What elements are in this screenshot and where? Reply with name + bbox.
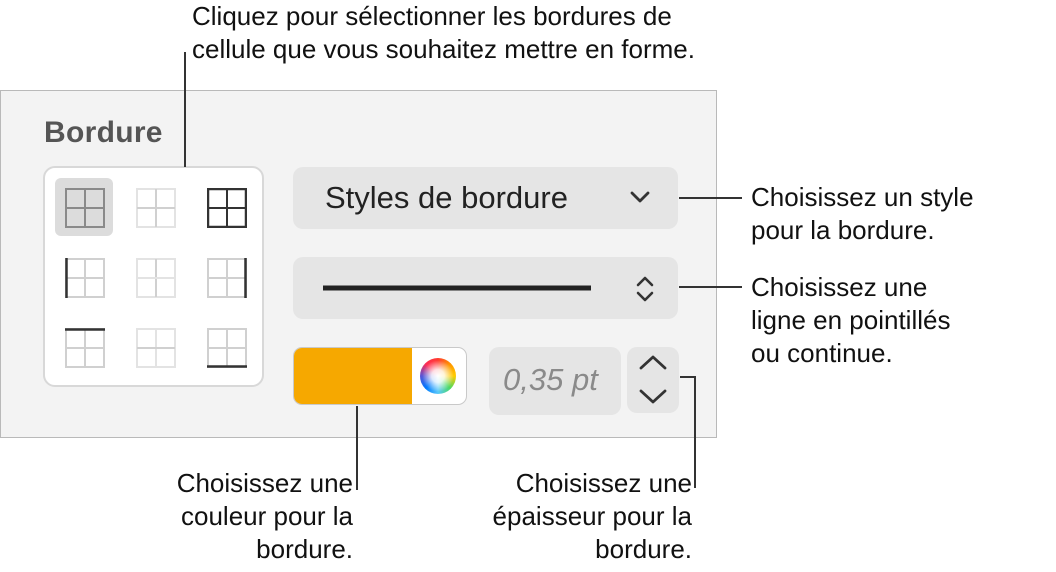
- inside-horizontal-border-button[interactable]: [126, 318, 184, 376]
- callout-line: cellule que vous souhaitez mettre en for…: [192, 34, 695, 64]
- leader-line-style: [679, 197, 742, 199]
- border-section-heading: Bordure: [44, 116, 163, 149]
- border-color-well[interactable]: [293, 347, 467, 405]
- stepper-down-icon[interactable]: [638, 386, 668, 406]
- outside-borders-icon: [207, 188, 247, 228]
- callout-select-borders: Cliquez pour sélectionner les bordures d…: [192, 0, 695, 66]
- border-styles-label: Styles de bordure: [325, 180, 568, 215]
- callout-line: Cliquez pour sélectionner les bordures d…: [192, 1, 672, 31]
- left-border-icon: [65, 258, 105, 298]
- top-border-button[interactable]: [55, 318, 113, 376]
- callout-line: ou continue.: [751, 338, 893, 368]
- inside-horizontal-border-icon: [136, 328, 176, 368]
- top-border-icon: [65, 328, 105, 368]
- right-border-button[interactable]: [197, 248, 255, 306]
- callout-line: ligne en pointillés: [751, 305, 951, 335]
- leader-line-thickness-v: [694, 376, 696, 488]
- leader-line-top: [184, 52, 186, 167]
- callout-line: Choisissez un style: [751, 182, 974, 212]
- all-borders-icon: [65, 188, 105, 228]
- border-thickness-field[interactable]: 0,35 pt: [489, 347, 621, 415]
- solid-line-preview-icon: [323, 285, 591, 291]
- inside-borders-button[interactable]: [126, 178, 184, 236]
- leader-line-line: [679, 286, 742, 288]
- callout-border-style: Choisissez un style pour la bordure.: [751, 181, 974, 247]
- border-thickness-value: 0,35 pt: [503, 362, 598, 397]
- line-style-selector[interactable]: [293, 257, 678, 319]
- stepper-up-icon[interactable]: [638, 353, 668, 373]
- border-styles-popup[interactable]: Styles de bordure: [293, 167, 678, 229]
- leader-line-color: [356, 406, 358, 490]
- inside-vertical-border-button[interactable]: [126, 248, 184, 306]
- color-swatch[interactable]: [294, 348, 412, 404]
- border-selector: [43, 166, 264, 387]
- callout-line: Choisissez une: [751, 272, 928, 302]
- callout-line: pour la bordure.: [751, 215, 935, 245]
- callout-line: Choisissez une: [515, 468, 692, 498]
- bottom-border-button[interactable]: [197, 318, 255, 376]
- callout-color: Choisissez une couleur pour la bordure.: [177, 467, 353, 566]
- chevron-down-icon: [630, 191, 650, 203]
- inside-vertical-border-icon: [136, 258, 176, 298]
- outside-borders-button[interactable]: [197, 178, 255, 236]
- right-border-icon: [207, 258, 247, 298]
- thickness-stepper[interactable]: [627, 347, 679, 413]
- inside-borders-icon: [136, 188, 176, 228]
- callout-thickness: Choisissez une épaisseur pour la bordure…: [493, 467, 692, 566]
- callout-line: bordure.: [595, 534, 692, 564]
- up-down-chevron-icon: [636, 276, 654, 302]
- callout-line-style: Choisissez une ligne en pointillés ou co…: [751, 271, 950, 370]
- color-wheel-icon[interactable]: [420, 358, 456, 394]
- callout-line: couleur pour la: [181, 501, 353, 531]
- left-border-button[interactable]: [55, 248, 113, 306]
- bottom-border-icon: [207, 328, 247, 368]
- callout-line: Choisissez une: [176, 468, 353, 498]
- callout-line: bordure.: [256, 534, 353, 564]
- callout-line: épaisseur pour la: [492, 501, 692, 531]
- all-borders-button[interactable]: [55, 178, 113, 236]
